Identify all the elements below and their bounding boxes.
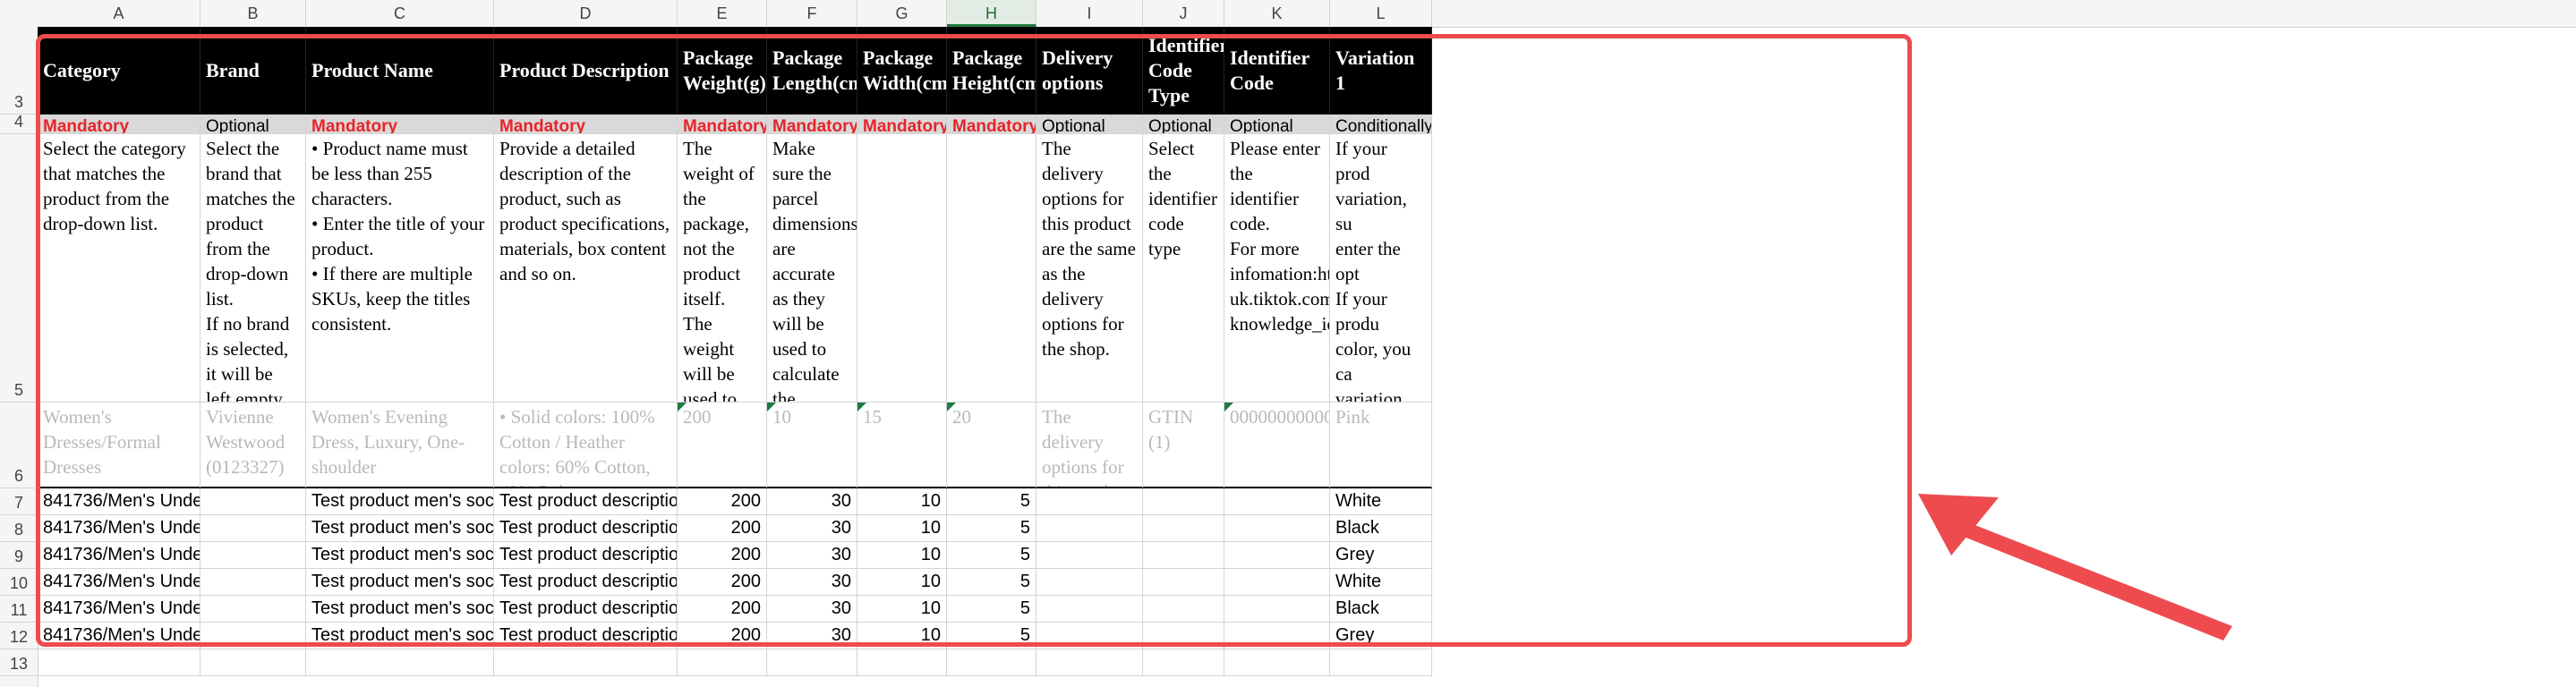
spreadsheet: ABCDEFGHIJKL 3 4 5 6 7 8 9 10 11 12 13 Category Man… bbox=[0, 0, 2576, 687]
arrow-head bbox=[1918, 494, 1999, 556]
annotation-arrow bbox=[1918, 494, 2232, 640]
arrow-shaft bbox=[1941, 514, 2232, 640]
